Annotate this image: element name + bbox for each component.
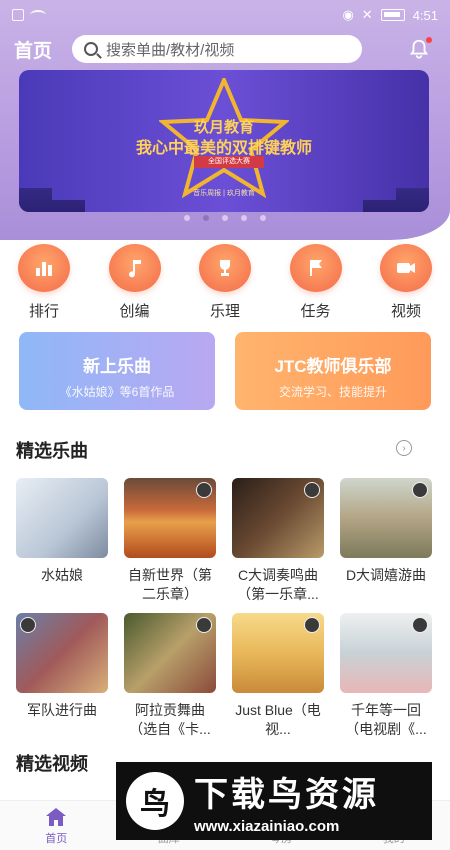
music-note-icon [128,260,141,278]
composer-avatar [304,617,320,633]
song-thumbnail [232,613,324,693]
composer-avatar [304,482,320,498]
song-grid-row: 军队进行曲 阿拉贡舞曲（选自《卡... Just Blue（电视... 千年等一… [16,613,434,739]
pagination-dot[interactable] [260,215,266,221]
flag-icon [309,260,322,276]
section-title-featured-songs: 精选乐曲 [16,441,88,461]
notification-button[interactable] [408,37,432,60]
card-subtitle: 交流学习、技能提升 [278,385,387,399]
watermark-brand: 下载鸟资源 [194,776,379,814]
card-title: JTC教师俱乐部 [274,357,392,376]
song-item[interactable]: 阿拉贡舞曲（选自《卡... [124,613,216,739]
card-subtitle: 《水姑娘》等6首作品 [59,385,175,399]
quick-action-label: 乐理 [209,303,240,320]
bar-chart-icon [36,262,52,276]
song-item[interactable]: Just Blue（电视... [232,613,324,739]
quick-action-label: 任务 [300,303,331,320]
pagination-dot-active[interactable] [203,215,209,221]
pagination-dot[interactable] [241,215,247,221]
song-thumbnail [16,613,108,693]
song-title: 军队进行曲 [27,702,97,718]
song-thumbnail [340,478,432,558]
song-title: 水姑娘 [41,567,83,583]
banner-sponsors: 音乐周报 | 玖月教育 [193,190,255,197]
banner-pagination [0,215,450,221]
more-songs-button[interactable]: › [396,440,412,456]
tab-label: 首页 [45,832,68,845]
song-item[interactable]: 军队进行曲 [16,613,108,739]
song-title: C大调奏鸣曲（第一乐章... [237,567,319,602]
song-thumbnail [16,478,108,558]
song-title: 千年等一回（电视剧《... [345,702,427,737]
quick-action-video[interactable]: 视频 [380,244,432,321]
search-input[interactable]: 搜索单曲/教材/视频 [72,35,362,63]
battery-icon [380,9,405,21]
watermark-overlay: 鸟 下载鸟资源 www.xiazainiao.com [116,762,432,840]
page-title: 首页 [14,40,53,62]
pagination-dot[interactable] [222,215,228,221]
quick-action-label: 视频 [390,303,421,320]
song-thumbnail [124,613,216,693]
search-icon [84,42,98,56]
watermark-logo: 鸟 [126,772,184,830]
card-title: 新上乐曲 [83,357,151,376]
home-icon [46,807,67,826]
search-placeholder: 搜索单曲/教材/视频 [106,41,235,59]
status-time: 4:51 [412,7,438,23]
quick-action-task[interactable]: 任务 [289,244,342,321]
banner-headline: 我心中最美的双排键教师 [135,140,312,157]
quick-actions: 排行 创编 乐理 任务 视频 [0,244,450,321]
composer-avatar [412,482,428,498]
video-camera-icon [397,263,415,273]
song-grid-row: 水姑娘 自新世界（第二乐章） C大调奏鸣曲（第一乐章... D大调嬉游曲 [16,478,434,604]
song-title: D大调嬉游曲 [345,567,427,583]
sim-icon [12,9,24,21]
song-thumbnail [124,478,216,558]
song-thumbnail [232,478,324,558]
promo-cards: 新上乐曲 《水姑娘》等6首作品 JTC教师俱乐部 交流学习、技能提升 [19,332,431,410]
wifi-icon [30,10,46,20]
composer-avatar [412,617,428,633]
quick-action-label: 排行 [28,303,59,320]
trophy-icon [220,260,230,276]
quick-action-compose[interactable]: 创编 [108,244,161,321]
song-item[interactable]: 千年等一回（电视剧《... [340,613,432,739]
status-bar: ◉ ✕ 4:51 [0,0,450,30]
teacher-club-card[interactable]: JTC教师俱乐部 交流学习、技能提升 [235,332,431,410]
song-title: 阿拉贡舞曲（选自《卡... [129,702,211,737]
composer-avatar [196,482,212,498]
mute-icon: ✕ [361,7,373,22]
section-title-featured-videos: 精选视频 [16,754,88,774]
song-item[interactable]: 自新世界（第二乐章） [124,478,216,604]
pagination-dot[interactable] [184,215,190,221]
quick-action-label: 创编 [119,303,150,320]
promo-banner[interactable]: 玖月教育 我心中最美的双排键教师 全国评选大赛 音乐周报 | 玖月教育 [19,70,429,212]
new-songs-card[interactable]: 新上乐曲 《水姑娘》等6首作品 [19,332,215,410]
tab-home[interactable]: 首页 [26,806,86,846]
song-item[interactable]: 水姑娘 [16,478,108,604]
eye-icon: ◉ [342,7,354,22]
song-title: Just Blue（电视... [235,702,321,737]
composer-avatar [196,617,212,633]
song-thumbnail [340,613,432,693]
notification-dot [426,37,432,43]
watermark-url: www.xiazainiao.com [194,818,340,835]
quick-action-ranking[interactable]: 排行 [18,244,70,321]
composer-avatar [20,617,36,633]
song-item[interactable]: D大调嬉游曲 [340,478,432,604]
top-header: 首页 搜索单曲/教材/视频 [0,32,450,66]
chevron-right-icon: › [402,442,406,454]
quick-action-theory[interactable]: 乐理 [199,244,251,321]
song-item[interactable]: C大调奏鸣曲（第一乐章... [232,478,324,604]
banner-tag: 全国评选大赛 [194,156,264,168]
song-title: 自新世界（第二乐章） [128,567,212,602]
